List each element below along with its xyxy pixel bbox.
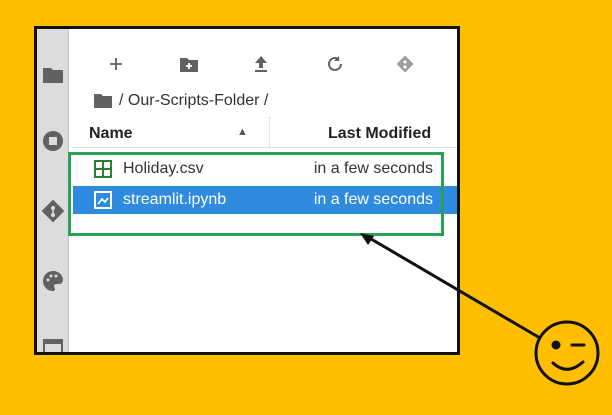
annotation-arrow: [360, 233, 541, 340]
winking-smiley-icon: [534, 320, 600, 386]
